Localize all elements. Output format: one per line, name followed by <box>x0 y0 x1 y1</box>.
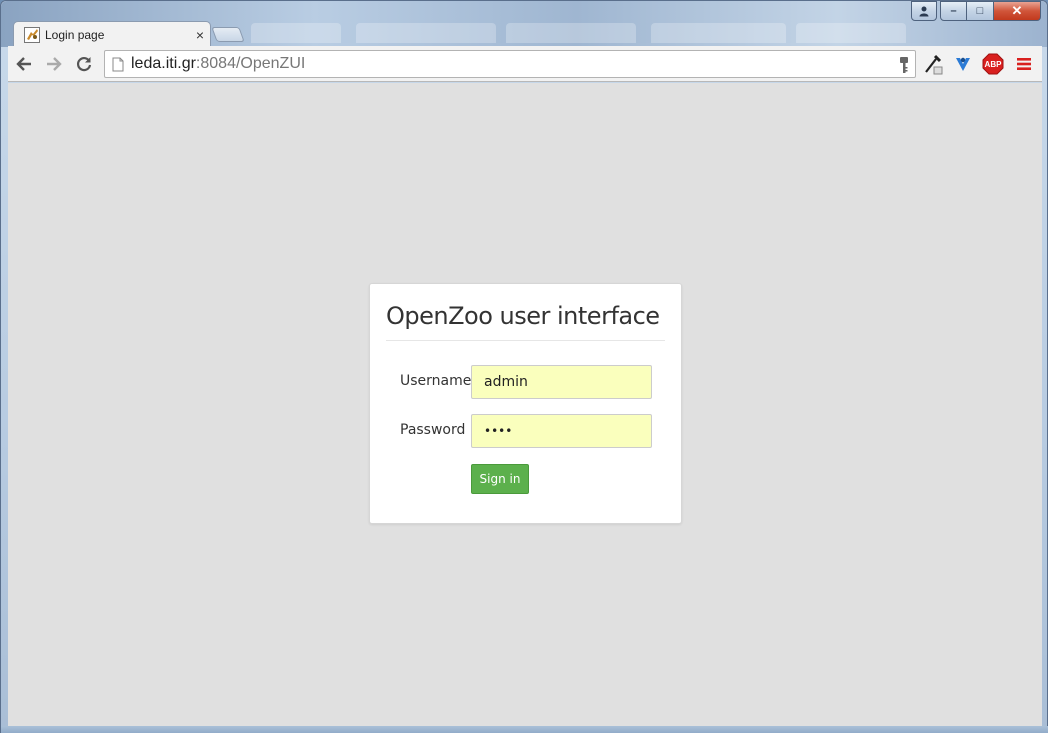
eyedropper-icon <box>925 54 943 75</box>
maximize-icon: □ <box>976 5 984 17</box>
close-icon: ✕ <box>1011 3 1023 18</box>
blurred-background <box>251 23 341 43</box>
blurred-background <box>356 23 496 43</box>
blurred-background <box>796 23 906 43</box>
eyedropper-extension-button[interactable] <box>921 52 945 76</box>
tab-close-icon[interactable]: × <box>190 27 210 43</box>
blurred-background <box>506 23 636 43</box>
title-divider <box>386 340 665 341</box>
key-icon[interactable] <box>899 56 909 74</box>
forward-button[interactable] <box>40 50 68 78</box>
close-window-button[interactable]: ✕ <box>994 1 1041 21</box>
password-input[interactable]: •••• <box>471 414 652 448</box>
back-button[interactable] <box>10 50 38 78</box>
maximize-button[interactable]: □ <box>967 1 994 21</box>
login-panel: OpenZoo user interface Username Password… <box>369 283 682 524</box>
menu-icon <box>1017 58 1031 70</box>
page-icon <box>112 57 124 71</box>
minimize-button[interactable]: – <box>940 1 967 21</box>
new-tab-button[interactable] <box>211 27 245 42</box>
reload-icon <box>76 56 92 71</box>
browser-toolbar: leda.iti.gr:8084/OpenZUI ABP <box>8 46 1042 82</box>
password-label: Password <box>400 422 466 438</box>
minimize-icon: – <box>950 5 957 17</box>
password-mask: •••• <box>484 424 513 438</box>
adblock-button[interactable]: ABP <box>981 52 1005 76</box>
back-icon <box>16 56 31 71</box>
profile-button[interactable] <box>911 1 937 21</box>
blurred-background <box>651 23 786 43</box>
sign-in-button[interactable]: Sign in <box>471 464 529 494</box>
reload-button[interactable] <box>70 50 98 78</box>
window-bottom-frame <box>1 726 1048 733</box>
extension-button[interactable] <box>951 52 975 76</box>
url-host: leda.iti.gr <box>131 55 196 72</box>
extension-icon <box>956 57 970 71</box>
username-input[interactable] <box>471 365 652 399</box>
favicon-icon <box>24 26 40 43</box>
url-path: :8084/OpenZUI <box>195 55 306 72</box>
person-icon <box>919 6 929 17</box>
tab-login-page[interactable]: Login page × <box>13 21 211 47</box>
page-viewport: OpenZoo user interface Username Password… <box>8 83 1042 726</box>
menu-button[interactable] <box>1012 52 1036 76</box>
forward-icon <box>47 56 62 71</box>
username-label: Username <box>400 373 472 389</box>
browser-window: – □ ✕ Login page × leda.iti.gr:8084/Ope… <box>0 0 1048 733</box>
adblock-label: ABP <box>984 59 1002 69</box>
tab-title: Login page <box>45 27 105 42</box>
address-bar[interactable]: leda.iti.gr:8084/OpenZUI <box>104 50 916 78</box>
page-title: OpenZoo user interface <box>386 302 660 330</box>
window-controls: – □ ✕ <box>911 1 1041 21</box>
